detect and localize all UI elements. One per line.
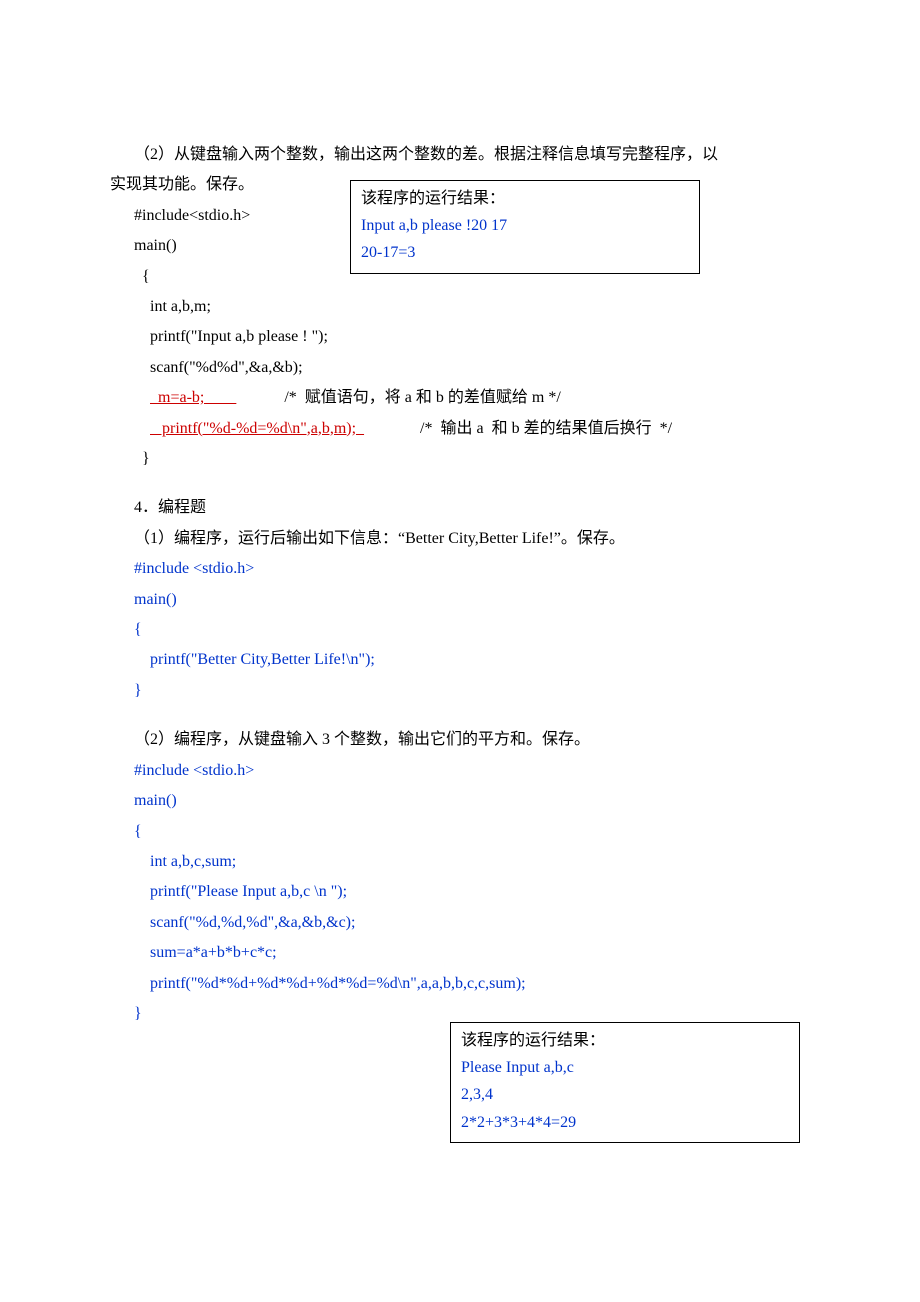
code-line: {: [134, 817, 810, 847]
code-line: {: [134, 615, 810, 645]
result-line: Please Input a,b,c: [461, 1054, 789, 1081]
problem2-intro-line1: （2）从键盘输入两个整数，输出这两个整数的差。根据注释信息填写完整程序，以: [110, 140, 810, 170]
result-title: 该程序的运行结果：: [461, 1027, 789, 1054]
code-line-fill1: m=a-b; /* 赋值语句，将 a 和 b 的差值赋给 m */: [134, 383, 810, 413]
comment-fragment: /* 输出 a 和 b 差的结果值后换行 */: [364, 420, 672, 437]
answer-fragment: m=a-b;: [150, 389, 236, 406]
result-title: 该程序的运行结果：: [361, 185, 689, 212]
document-page: （2）从键盘输入两个整数，输出这两个整数的差。根据注释信息填写完整程序，以 实现…: [0, 0, 920, 1302]
code-line: int a,b,c,sum;: [134, 847, 810, 877]
code-line: #include <stdio.h>: [134, 756, 810, 786]
code-line: sum=a*a+b*b+c*c;: [134, 938, 810, 968]
code-line: int a,b,m;: [134, 292, 810, 322]
result-box-2: 该程序的运行结果： Please Input a,b,c 2,3,4 2*2+3…: [450, 1022, 800, 1143]
answer-fragment: printf("%d-%d=%d\n",a,b,m);: [150, 420, 364, 437]
code-line: printf("Input a,b please ! ");: [134, 322, 810, 352]
code-line: printf("Please Input a,b,c \n ");: [134, 877, 810, 907]
result-line: 20-17=3: [361, 239, 689, 266]
code-line: scanf("%d%d",&a,&b);: [134, 353, 810, 383]
code-fragment: [134, 389, 150, 406]
result-box-1: 该程序的运行结果： Input a,b please !20 17 20-17=…: [350, 180, 700, 274]
result-line: Input a,b please !20 17: [361, 212, 689, 239]
code-line: }: [134, 676, 810, 706]
code-line: main(): [134, 786, 810, 816]
problem4-2-intro: （2）编程序，从键盘输入 3 个整数，输出它们的平方和。保存。: [110, 725, 810, 755]
result-line: 2,3,4: [461, 1081, 789, 1108]
code-line: main(): [134, 585, 810, 615]
code-line: printf("%d*%d+%d*%d+%d*%d=%d\n",a,a,b,b,…: [134, 969, 810, 999]
code-line-fill2: printf("%d-%d=%d\n",a,b,m); /* 输出 a 和 b …: [134, 414, 810, 444]
code-fragment: [134, 420, 150, 437]
problem4-1-intro: （1）编程序，运行后输出如下信息：“Better City,Better Lif…: [110, 524, 810, 554]
section4-title: 4．编程题: [110, 493, 810, 523]
code-line: #include <stdio.h>: [134, 554, 810, 584]
code-line: printf("Better City,Better Life!\n");: [134, 645, 810, 675]
code-line: }: [134, 444, 810, 474]
result-line: 2*2+3*3+4*4=29: [461, 1109, 789, 1136]
code-line: scanf("%d,%d,%d",&a,&b,&c);: [134, 908, 810, 938]
comment-fragment: /* 赋值语句，将 a 和 b 的差值赋给 m */: [236, 389, 560, 406]
